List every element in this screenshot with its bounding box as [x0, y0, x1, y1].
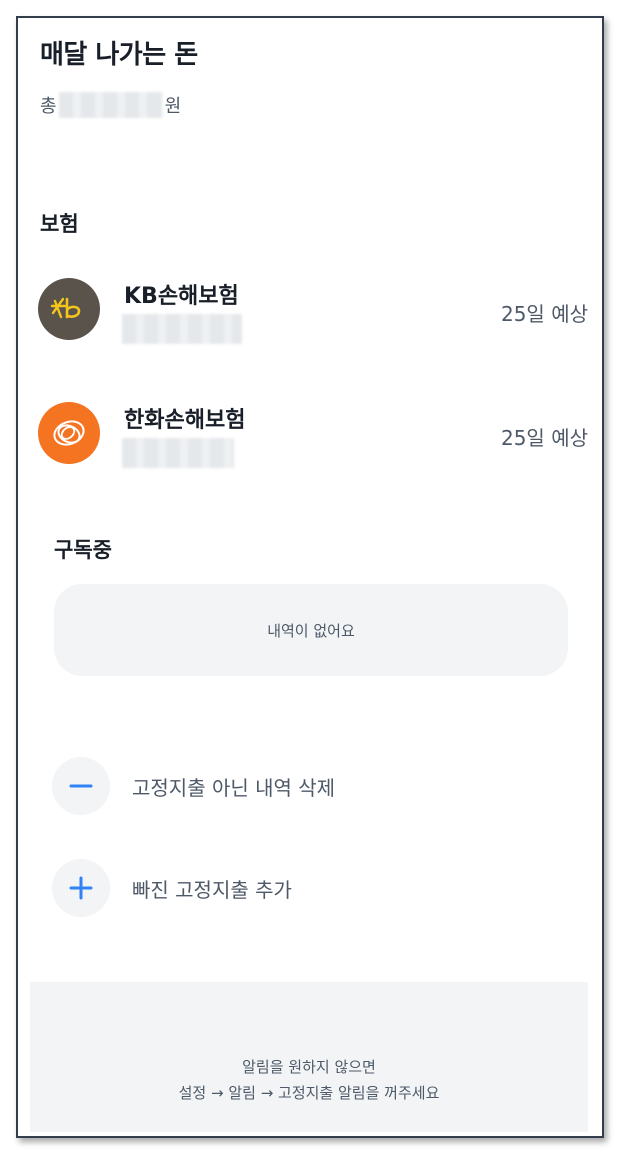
section-subscription-label: 구독중 [54, 538, 112, 562]
minus-icon [52, 757, 110, 815]
action-label: 고정지출 아닌 내역 삭제 [132, 775, 336, 800]
page-title: 매달 나가는 돈 [40, 40, 198, 70]
hanwha-logo-icon [38, 402, 100, 464]
insurance-due: 25일 예상 [500, 426, 588, 450]
insurance-item-kb[interactable]: KB손해보험 25일 예상 [38, 278, 588, 344]
insurance-due: 25일 예상 [500, 302, 588, 326]
plus-icon [52, 859, 110, 917]
subscription-empty-box: 내역이 없어요 [54, 584, 568, 676]
kb-logo-icon [38, 278, 100, 340]
insurance-item-hanwha[interactable]: 한화손해보험 25일 예상 [38, 402, 588, 468]
insurance-detail-redacted [122, 438, 234, 468]
footer-line-1: 알림을 원하지 않으면 [242, 1058, 376, 1076]
empty-message: 내역이 없어요 [267, 621, 355, 640]
insurance-detail-redacted [122, 314, 242, 344]
total-amount-redacted [58, 92, 163, 118]
insurance-name: 한화손해보험 [124, 408, 246, 433]
notification-footer: 알림을 원하지 않으면 설정 → 알림 → 고정지출 알림을 꺼주세요 [30, 982, 588, 1132]
total-amount: 총 원 [40, 92, 181, 118]
action-label: 빠진 고정지출 추가 [132, 877, 292, 902]
screen-frame: 매달 나가는 돈 총 원 보험 KB손해보험 25일 예상 한화손해보험 25일… [16, 16, 604, 1138]
delete-non-fixed-button[interactable]: 고정지출 아닌 내역 삭제 [52, 756, 572, 816]
section-insurance-label: 보험 [40, 212, 79, 236]
insurance-name: KB손해보험 [124, 284, 239, 309]
add-fixed-expense-button[interactable]: 빠진 고정지출 추가 [52, 858, 572, 918]
total-prefix: 총 [40, 96, 57, 117]
footer-line-2: 설정 → 알림 → 고정지출 알림을 꺼주세요 [178, 1084, 440, 1102]
total-suffix: 원 [164, 96, 182, 117]
